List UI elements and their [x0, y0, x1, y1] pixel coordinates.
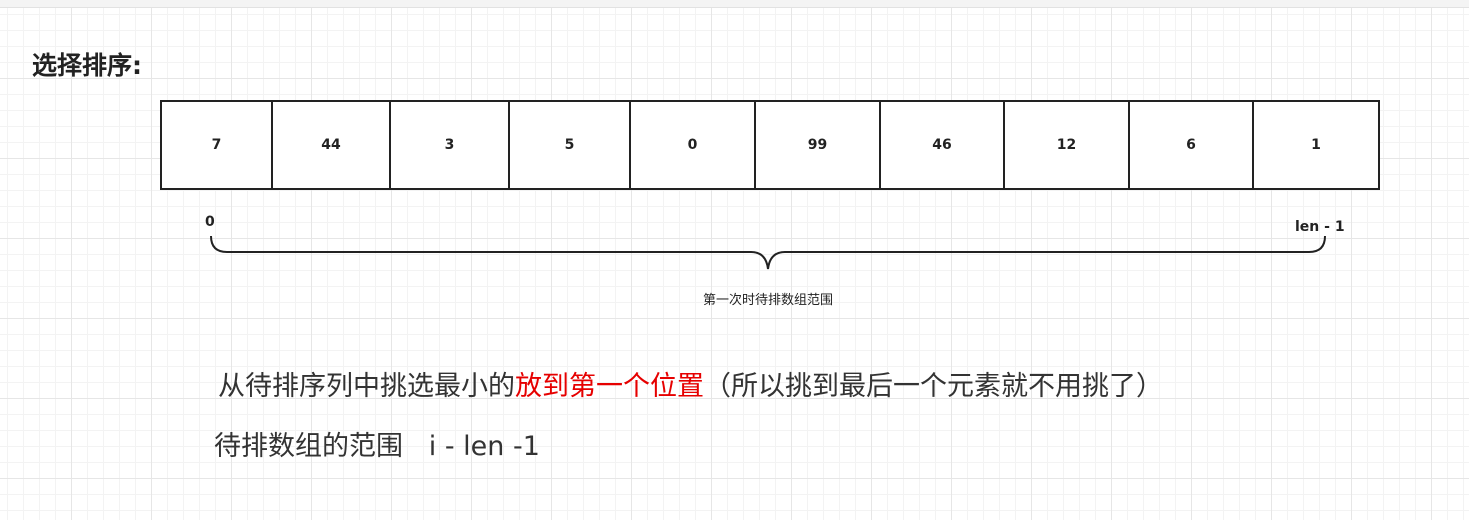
description-highlight: 放到第一个位置 — [515, 371, 704, 402]
range-caption: 第一次时待排数组范围 — [702, 293, 833, 308]
description-text: 从待排序列中挑选最小的 — [218, 371, 515, 402]
description-line-1: 从待排序列中挑选最小的放到第一个位置（所以挑到最后一个元素就不用挑了） — [218, 364, 1163, 403]
description-line-2: 待排数组的范围 i - len -1 — [214, 431, 540, 462]
description-text: （所以挑到最后一个元素就不用挑了） — [704, 371, 1163, 402]
